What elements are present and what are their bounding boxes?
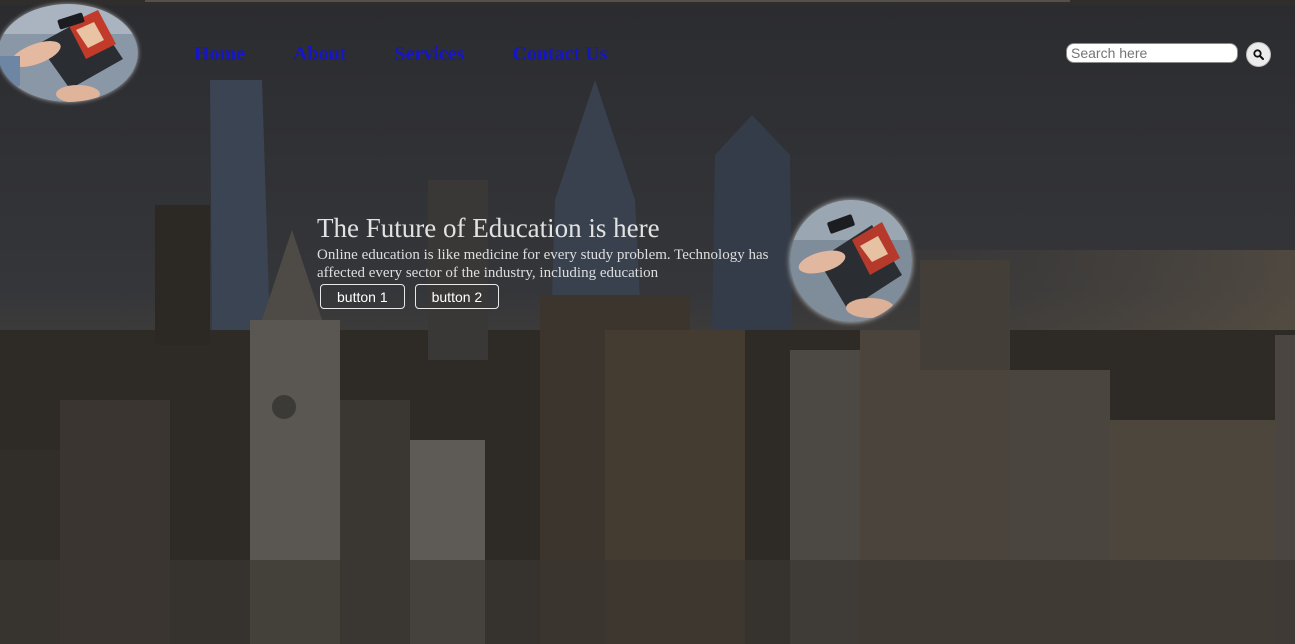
nav-about[interactable]: About: [293, 42, 346, 66]
nav-services[interactable]: Services: [394, 42, 464, 66]
button-2[interactable]: button 2: [414, 284, 500, 309]
top-strip-line: [145, 0, 1070, 2]
hero-buttons: button 1 button 2: [320, 284, 509, 309]
search-icon: [1253, 49, 1264, 60]
hero-title: The Future of Education is here: [317, 213, 660, 243]
hero-laptop-image: [790, 200, 912, 322]
search-input[interactable]: [1066, 43, 1238, 63]
logo: [0, 4, 138, 102]
hero-section: The Future of Education is here Online e…: [317, 212, 797, 282]
main-nav: Home About Services Contact Us: [194, 42, 655, 66]
hero-description: Online education is like medicine for ev…: [317, 247, 769, 281]
button-1[interactable]: button 1: [320, 284, 405, 309]
nav-home[interactable]: Home: [194, 42, 245, 66]
search-button[interactable]: [1246, 42, 1271, 67]
background-city-image: [0, 0, 1295, 644]
nav-contact-us[interactable]: Contact Us: [512, 42, 607, 66]
